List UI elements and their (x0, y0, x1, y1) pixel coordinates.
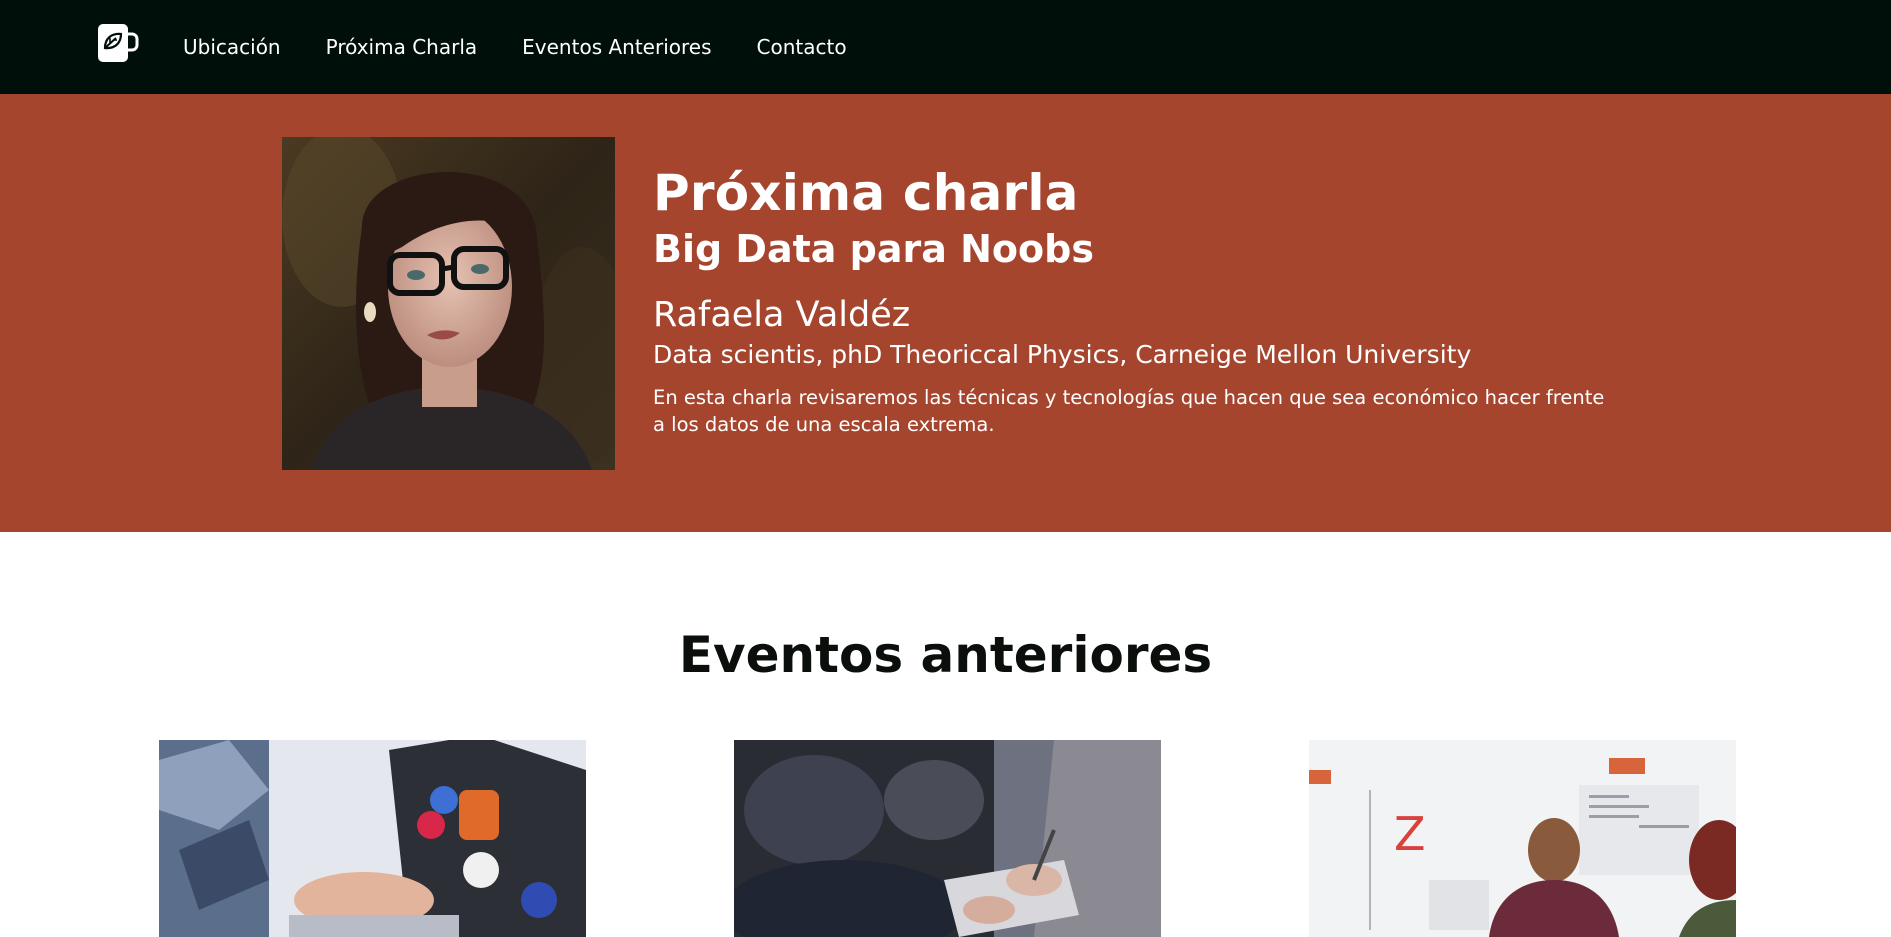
svg-text:Z: Z (1394, 807, 1426, 861)
mug-leaf-logo-icon[interactable] (97, 22, 139, 64)
nav-link-ubicacion[interactable]: Ubicación (183, 35, 281, 59)
talk-description: En esta charla revisaremos las técnicas … (653, 386, 1605, 436)
talk-title: Big Data para Noobs (653, 227, 1094, 271)
past-event-card-whiteboard[interactable]: Z (1309, 740, 1736, 937)
nav-link-contacto[interactable]: Contacto (757, 35, 847, 59)
next-talk-section: Próxima charla Big Data para Noobs Rafae… (0, 94, 1891, 532)
next-talk-heading: Próxima charla (653, 164, 1079, 222)
past-events-heading: Eventos anteriores (678, 626, 1213, 684)
nav-link-proxima-charla[interactable]: Próxima Charla (326, 35, 478, 59)
nav-link-eventos-anteriores[interactable]: Eventos Anteriores (522, 35, 711, 59)
whiteboard-meeting-photo: Z (1309, 740, 1736, 937)
speaker-credentials: Data scientis, phD Theoriccal Physics, C… (653, 340, 1472, 369)
past-event-card-audience[interactable] (734, 740, 1161, 937)
audience-taking-notes-photo (734, 740, 1161, 937)
past-event-card-laptop[interactable] (159, 740, 586, 937)
main-nav: Ubicación Próxima Charla Eventos Anterio… (183, 0, 847, 94)
laptop-with-stickers-photo (159, 740, 586, 937)
top-navbar: Ubicación Próxima Charla Eventos Anterio… (0, 0, 1891, 94)
speaker-name: Rafaela Valdéz (653, 295, 911, 335)
next-talk-info: Próxima charla Big Data para Noobs Rafae… (653, 164, 1653, 438)
speaker-photo (282, 137, 615, 470)
